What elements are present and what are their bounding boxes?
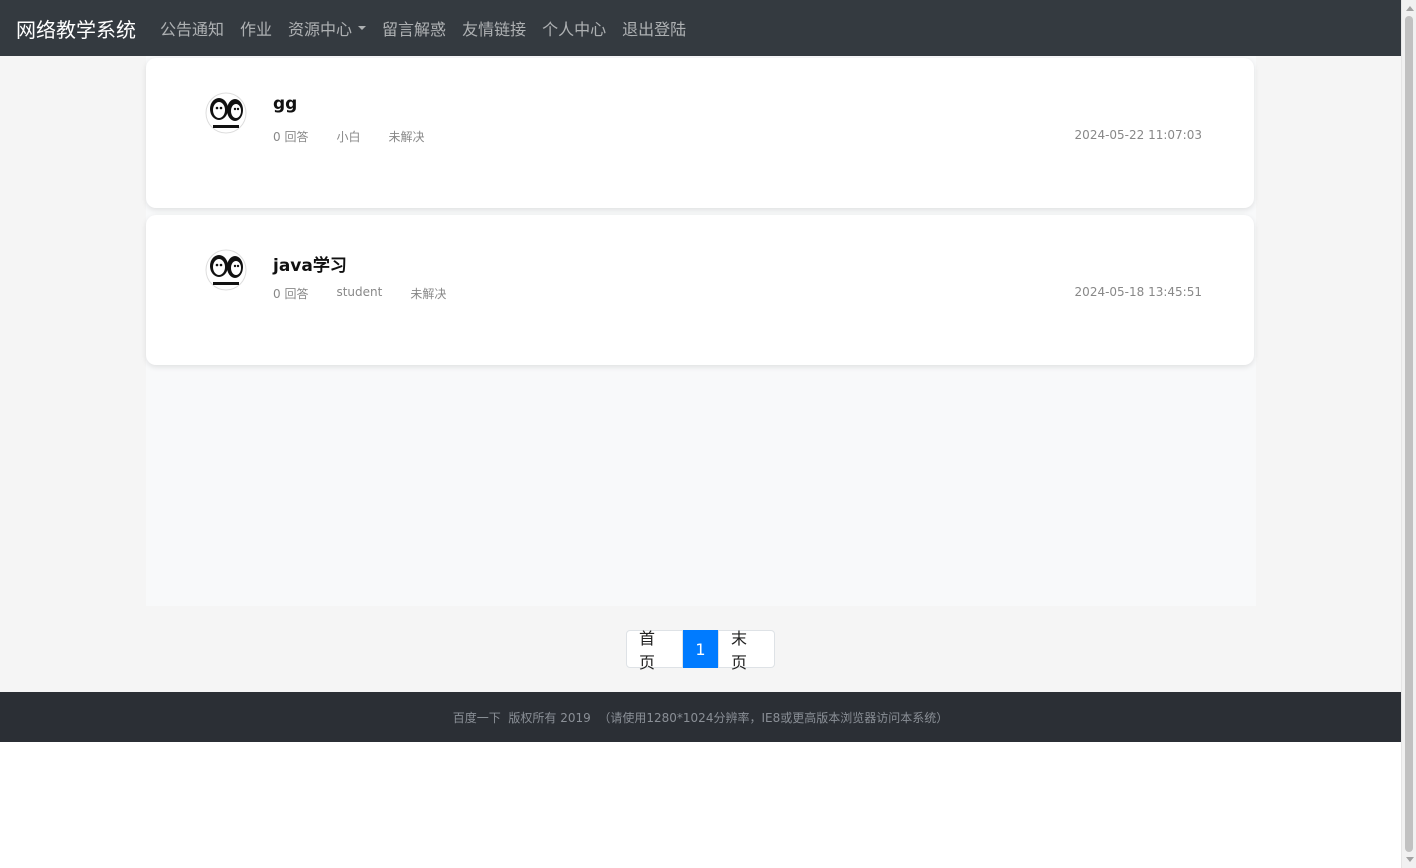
pagination-page-1[interactable]: 1 bbox=[683, 630, 718, 668]
scroll-up-icon[interactable] bbox=[1406, 6, 1414, 11]
chevron-down-icon bbox=[358, 26, 367, 30]
pagination-first-button[interactable]: 首页 bbox=[626, 629, 683, 672]
question-meta: 0 回答 student 未解决 bbox=[273, 285, 474, 302]
nav-link-friend-links[interactable]: 友情链接 bbox=[454, 16, 534, 40]
vertical-scrollbar[interactable] bbox=[1401, 0, 1416, 868]
page-bottom-blank bbox=[0, 742, 1401, 868]
question-status: 未解决 bbox=[388, 130, 425, 144]
question-time: 2024-05-18 13:45:51 bbox=[1074, 285, 1202, 299]
question-meta: 0 回答 小白 未解决 bbox=[273, 128, 452, 145]
question-author: student bbox=[336, 285, 383, 299]
nav-link-logout[interactable]: 退出登陆 bbox=[614, 16, 694, 40]
nav-link-qa[interactable]: 留言解惑 bbox=[374, 16, 454, 40]
avatar bbox=[205, 92, 247, 134]
pagination: 首页 1 末页 bbox=[626, 629, 775, 672]
avatar-meme-icon bbox=[205, 92, 247, 134]
question-list: gg 0 回答 小白 未解决 2024-05-22 11:07:03 java学… bbox=[146, 56, 1256, 606]
question-status: 未解决 bbox=[410, 287, 447, 301]
brand-title[interactable]: 网络教学系统 bbox=[16, 14, 136, 43]
content: 网络教学系统 公告通知 作业 资源中心 留言解惑 友情链接 个人中心 退出登陆 bbox=[0, 0, 1401, 868]
avatar-meme-icon bbox=[205, 249, 247, 291]
scrollbar-thumb[interactable] bbox=[1405, 16, 1413, 852]
question-card[interactable]: gg 0 回答 小白 未解决 2024-05-22 11:07:03 bbox=[146, 58, 1254, 208]
question-author: 小白 bbox=[336, 130, 361, 144]
avatar bbox=[205, 249, 247, 291]
nav-menu: 公告通知 作业 资源中心 留言解惑 友情链接 个人中心 退出登陆 bbox=[152, 16, 694, 40]
footer: 百度一下 版权所有 2019 （请使用1280*1024分辨率，IE8或更高版本… bbox=[0, 692, 1401, 742]
question-title[interactable]: java学习 bbox=[273, 251, 347, 276]
page: 网络教学系统 公告通知 作业 资源中心 留言解惑 友情链接 个人中心 退出登陆 bbox=[0, 0, 1416, 868]
main-area: gg 0 回答 小白 未解决 2024-05-22 11:07:03 java学… bbox=[0, 56, 1401, 692]
answer-count: 0 回答 bbox=[273, 287, 309, 301]
navbar: 网络教学系统 公告通知 作业 资源中心 留言解惑 友情链接 个人中心 退出登陆 bbox=[0, 0, 1401, 56]
nav-link-resources[interactable]: 资源中心 bbox=[280, 16, 374, 40]
scroll-down-icon[interactable] bbox=[1406, 857, 1414, 862]
question-time: 2024-05-22 11:07:03 bbox=[1074, 128, 1202, 142]
nav-link-announcements[interactable]: 公告通知 bbox=[152, 16, 232, 40]
nav-link-resources-label: 资源中心 bbox=[288, 20, 353, 39]
question-title[interactable]: gg bbox=[273, 94, 297, 114]
answer-count: 0 回答 bbox=[273, 130, 309, 144]
pagination-last-button[interactable]: 末页 bbox=[718, 629, 775, 672]
nav-link-homework[interactable]: 作业 bbox=[232, 16, 280, 40]
footer-copyright: 百度一下 版权所有 2019 （请使用1280*1024分辨率，IE8或更高版本… bbox=[452, 710, 949, 725]
nav-link-profile[interactable]: 个人中心 bbox=[534, 16, 614, 40]
question-card[interactable]: java学习 0 回答 student 未解决 2024-05-18 13:45… bbox=[146, 215, 1254, 365]
